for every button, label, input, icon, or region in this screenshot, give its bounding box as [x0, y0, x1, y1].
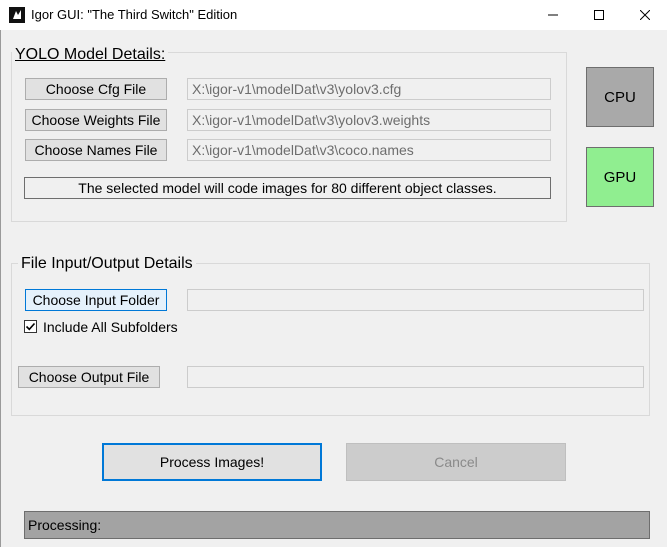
include-subfolders-label[interactable]: Include All Subfolders	[43, 319, 178, 335]
minimize-icon	[548, 14, 558, 16]
model-info-text: The selected model will code images for …	[24, 177, 551, 199]
yolo-group-title: YOLO Model Details:	[12, 46, 169, 64]
choose-names-button[interactable]: Choose Names File	[25, 139, 167, 161]
minimize-button[interactable]	[530, 0, 576, 30]
maximize-button[interactable]	[576, 0, 622, 30]
checkmark-icon	[25, 322, 36, 331]
file-io-group	[11, 263, 650, 416]
app-logo-icon	[9, 7, 25, 23]
choose-weights-button[interactable]: Choose Weights File	[25, 109, 167, 131]
window-title: Igor GUI: "The Third Switch" Edition	[31, 7, 238, 22]
cpu-button[interactable]: CPU	[586, 67, 654, 127]
input-folder-field[interactable]	[187, 289, 644, 311]
maximize-icon	[594, 10, 604, 20]
close-button[interactable]	[622, 0, 667, 30]
gpu-button[interactable]: GPU	[586, 147, 654, 207]
window-border	[0, 30, 1, 547]
title-bar: Igor GUI: "The Third Switch" Edition	[0, 0, 667, 30]
cfg-path-field[interactable]: X:\igor-v1\modelDat\v3\yolov3.cfg	[187, 78, 551, 100]
include-subfolders-checkbox[interactable]	[24, 320, 37, 333]
process-images-button[interactable]: Process Images!	[102, 443, 322, 481]
names-path-field[interactable]: X:\igor-v1\modelDat\v3\coco.names	[187, 139, 551, 161]
choose-output-file-button[interactable]: Choose Output File	[18, 366, 160, 388]
choose-input-folder-button[interactable]: Choose Input Folder	[25, 289, 167, 311]
weights-path-field[interactable]: X:\igor-v1\modelDat\v3\yolov3.weights	[187, 109, 551, 131]
close-icon	[640, 10, 650, 20]
choose-cfg-button[interactable]: Choose Cfg File	[25, 78, 167, 100]
status-bar: Processing:	[24, 511, 650, 539]
output-file-field[interactable]	[187, 366, 644, 388]
cancel-button[interactable]: Cancel	[346, 443, 566, 481]
io-group-title: File Input/Output Details	[18, 255, 196, 273]
